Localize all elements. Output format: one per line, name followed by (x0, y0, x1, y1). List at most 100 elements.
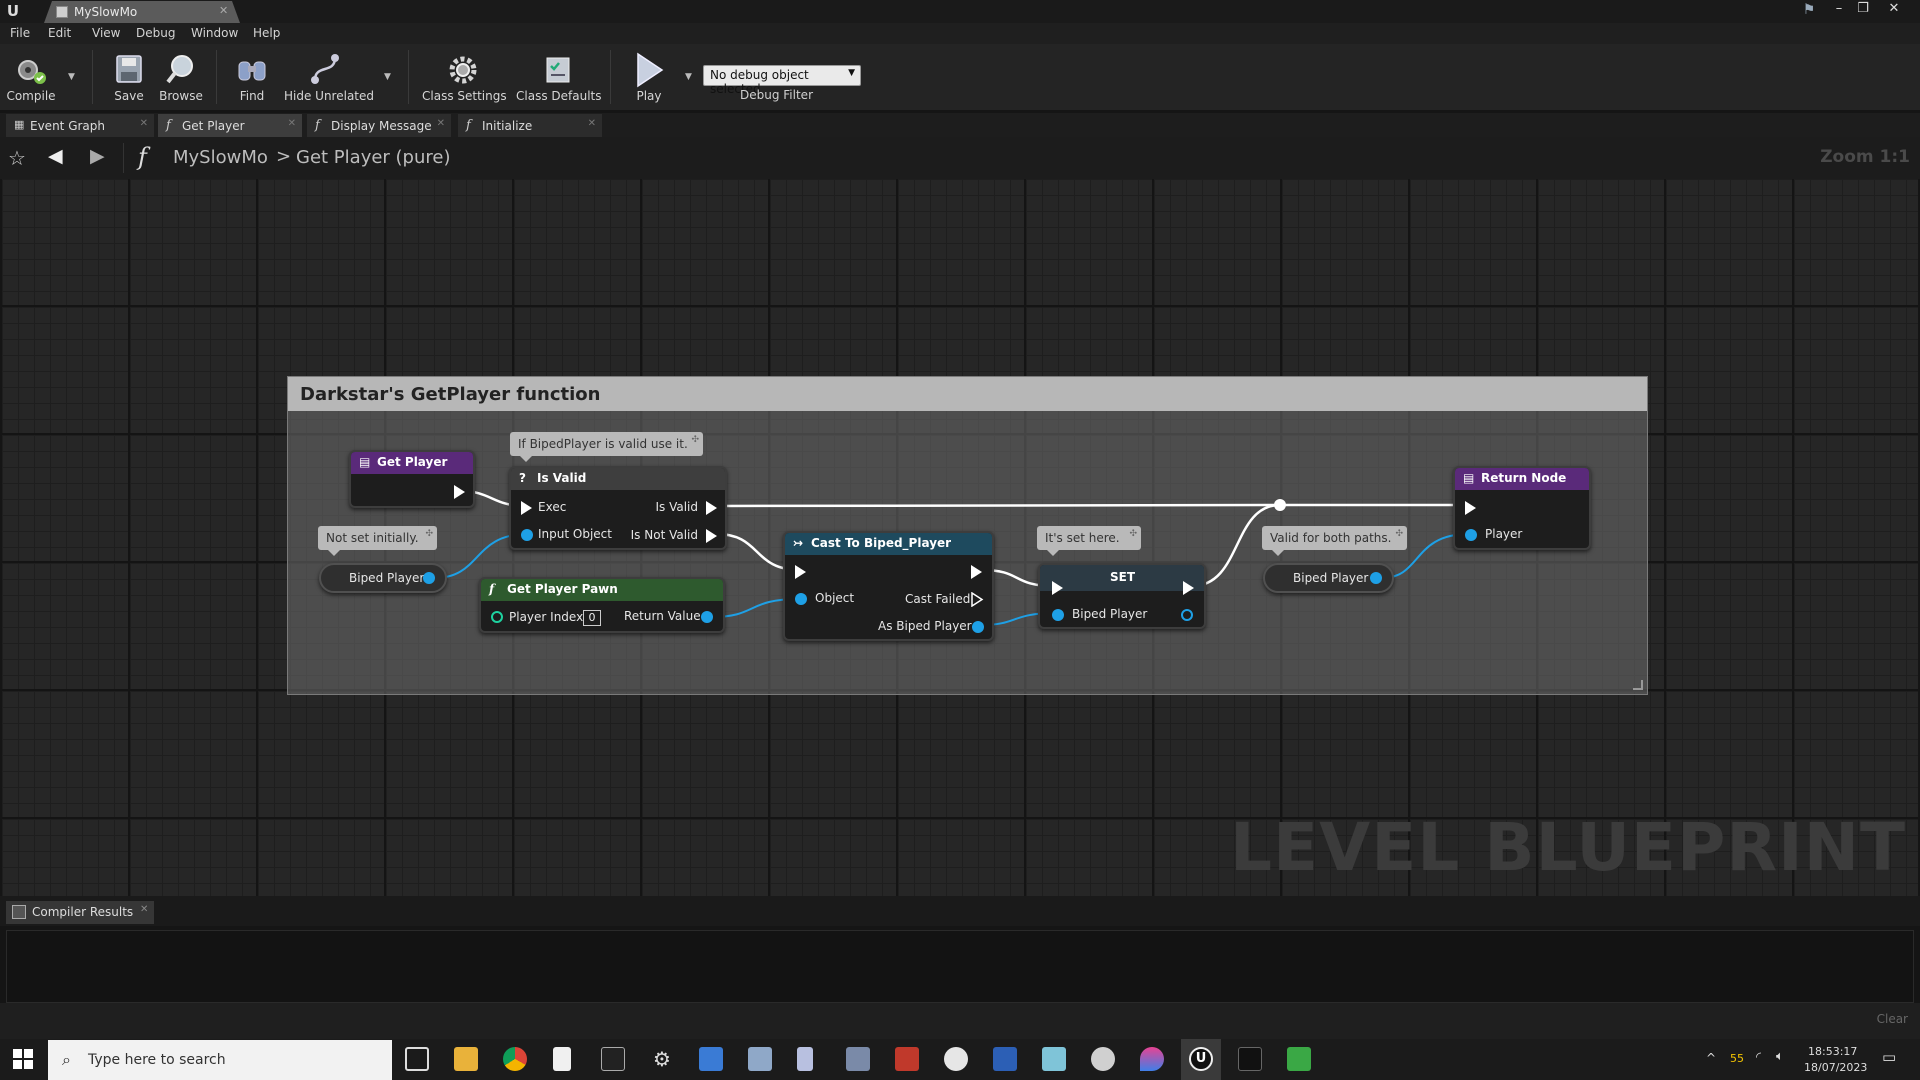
tray-date[interactable]: 18/07/2023 (1804, 1061, 1867, 1074)
menu-file[interactable]: File (10, 26, 30, 40)
cast-to-biped-player-node[interactable]: ↣ Cast To Biped_Player Object Cast Faile… (783, 531, 994, 641)
tab-compiler-results[interactable]: Compiler Results ✕ (6, 901, 154, 924)
debug-object-select[interactable]: No debug object selected ▼ (703, 65, 861, 96)
exec-in-pin[interactable] (1052, 581, 1063, 595)
pin-bubble-icon[interactable]: ✣ (1129, 529, 1137, 539)
exec-in-pin[interactable] (521, 501, 532, 515)
app-icon[interactable] (797, 1047, 813, 1071)
close-tab-icon[interactable]: ✕ (219, 4, 228, 17)
menu-view[interactable]: View (92, 26, 120, 40)
tab-get-player[interactable]: f Get Player ✕ (158, 114, 302, 137)
app-icon[interactable] (846, 1047, 870, 1071)
as-biped-player-pin[interactable] (972, 621, 984, 633)
app-icon[interactable] (699, 1047, 723, 1071)
app-icon[interactable] (944, 1047, 968, 1071)
comment-bubble[interactable]: Valid for both paths. ✣ (1262, 526, 1407, 556)
notification-icon[interactable]: ▭ (1882, 1048, 1896, 1066)
close-tab-icon[interactable]: ✕ (140, 118, 148, 129)
hide-unrelated-button[interactable]: Hide Unrelated (284, 50, 374, 103)
biped-player-variable-node[interactable]: Biped Player (1263, 563, 1394, 593)
app-icon[interactable] (748, 1047, 772, 1071)
set-biped-player-node[interactable]: SET Biped Player (1038, 563, 1206, 629)
menu-edit[interactable]: Edit (48, 26, 71, 40)
tab-initialize[interactable]: f Initialize ✕ (458, 114, 602, 137)
variable-out-pin[interactable] (423, 572, 435, 584)
menu-help[interactable]: Help (253, 26, 280, 40)
close-tab-icon[interactable]: ✕ (588, 118, 596, 129)
app-icon[interactable] (1140, 1047, 1164, 1071)
tray-chevron-up-icon[interactable]: ^ (1706, 1051, 1716, 1065)
class-defaults-button[interactable]: Class Defaults (516, 50, 601, 103)
cast-failed-exec-pin[interactable] (971, 592, 984, 607)
blueprint-graph-canvas[interactable]: LEVEL BLUEPRINT Darkstar's GetPlayer fun… (2, 179, 1918, 896)
app-icon[interactable] (895, 1047, 919, 1071)
comment-bubble[interactable]: Not set initially. ✣ (318, 526, 437, 556)
tab-event-graph[interactable]: ▦ Event Graph ✕ (6, 114, 154, 137)
get-player-pawn-node[interactable]: f Get Player Pawn Player Index 0 Return … (479, 577, 725, 633)
menu-debug[interactable]: Debug (136, 26, 175, 40)
comment-bubble[interactable]: It's set here. ✣ (1037, 526, 1141, 556)
pin-bubble-icon[interactable]: ✣ (425, 529, 433, 539)
compile-button[interactable]: Compile (6, 50, 56, 103)
back-arrow-icon[interactable]: ◀ (48, 145, 63, 167)
taskbar-search-input[interactable]: ⌕ Type here to search (48, 1040, 392, 1080)
is-valid-exec-pin[interactable] (706, 501, 717, 515)
play-button[interactable]: Play (620, 50, 678, 103)
pin-bubble-icon[interactable]: ✣ (1395, 529, 1403, 539)
app-icon[interactable] (993, 1047, 1017, 1071)
app-icon[interactable] (1287, 1047, 1311, 1071)
clear-button[interactable]: Clear (1877, 1012, 1908, 1026)
return-node[interactable]: ▤ Return Node Player (1453, 466, 1591, 550)
return-value-pin[interactable] (701, 611, 713, 623)
class-settings-button[interactable]: Class Settings (422, 50, 507, 103)
tab-display-message[interactable]: f Display Message ✕ (307, 114, 451, 137)
exec-out-pin[interactable] (454, 485, 465, 499)
unreal-engine-icon[interactable]: U (1189, 1047, 1213, 1071)
comment-header[interactable]: Darkstar's GetPlayer function (288, 377, 1647, 411)
exec-out-pin[interactable] (971, 565, 982, 579)
close-tab-icon[interactable]: ✕ (140, 904, 148, 915)
exec-out-pin[interactable] (1183, 581, 1194, 595)
close-tab-icon[interactable]: ✕ (437, 118, 445, 129)
app-icon[interactable] (1042, 1047, 1066, 1071)
windows-start-icon[interactable] (12, 1048, 34, 1070)
comment-resize-handle[interactable] (1633, 680, 1643, 690)
menu-window[interactable]: Window (191, 26, 238, 40)
play-options-caret-icon[interactable]: ▼ (685, 72, 692, 82)
exec-in-pin[interactable] (795, 565, 806, 579)
compile-options-caret-icon[interactable]: ▼ (68, 72, 75, 82)
favorite-star-icon[interactable]: ☆ (8, 146, 26, 170)
settings-gear-icon[interactable]: ⚙ (650, 1047, 674, 1071)
biped-player-variable-node[interactable]: Biped Player (319, 563, 447, 593)
app-icon[interactable] (1238, 1047, 1262, 1071)
minimize-button[interactable]: – (1828, 0, 1850, 20)
find-button[interactable]: Find (230, 50, 274, 103)
player-index-input[interactable]: 0 (583, 610, 601, 626)
player-in-pin[interactable] (1465, 529, 1477, 541)
get-player-node[interactable]: ▤ Get Player (349, 450, 475, 508)
browse-button[interactable]: Browse (156, 50, 206, 103)
close-tab-icon[interactable]: ✕ (288, 118, 296, 129)
notification-flag-icon[interactable]: ⚑ (1798, 1, 1820, 21)
comment-bubble[interactable]: If BipedPlayer is valid use it. ✣ (510, 432, 703, 462)
volume-icon[interactable]: 🔈︎ (1776, 1049, 1784, 1064)
hide-unrelated-options-caret-icon[interactable]: ▼ (384, 72, 391, 82)
file-explorer-icon[interactable] (454, 1047, 478, 1071)
player-index-pin[interactable] (491, 611, 503, 623)
pin-bubble-icon[interactable]: ✣ (691, 435, 699, 445)
document-tab[interactable]: MySlowMo ✕ (44, 1, 240, 23)
restore-button[interactable]: ❐ (1852, 0, 1874, 20)
breadcrumb-root[interactable]: MySlowMo (173, 147, 268, 168)
tray-time[interactable]: 18:53:17 (1808, 1045, 1857, 1058)
is-valid-node[interactable]: ? Is Valid Exec Input Object Is Valid Is… (509, 466, 727, 550)
biped-player-out-pin[interactable] (1181, 609, 1193, 621)
network-icon[interactable]: ◜ (1756, 1050, 1761, 1065)
save-button[interactable]: Save (108, 50, 150, 103)
biped-player-in-pin[interactable] (1052, 609, 1064, 621)
is-not-valid-exec-pin[interactable] (706, 529, 717, 543)
exec-in-pin[interactable] (1465, 501, 1476, 515)
task-view-icon[interactable] (405, 1047, 429, 1071)
terminal-icon[interactable] (601, 1047, 625, 1071)
input-object-pin[interactable] (521, 529, 533, 541)
close-window-button[interactable]: ✕ (1883, 0, 1905, 20)
